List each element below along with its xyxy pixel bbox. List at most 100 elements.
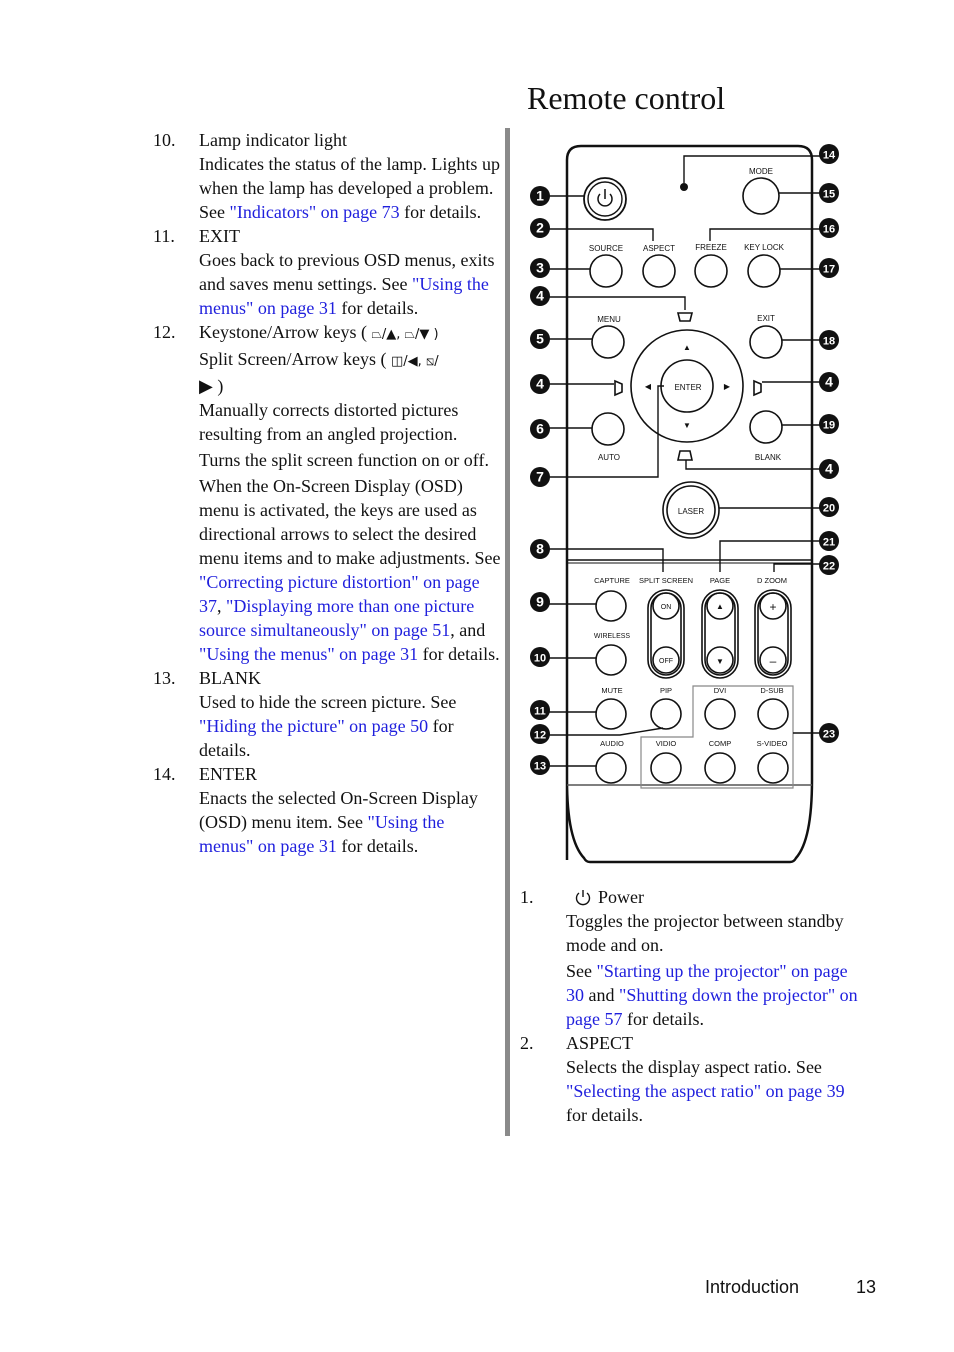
callout-marker-10: 10	[530, 647, 550, 667]
s-video-button[interactable]	[757, 752, 789, 784]
callout-number: 12	[534, 730, 546, 742]
exit-label: EXIT	[757, 314, 775, 323]
item-heading: ENTER	[199, 764, 257, 784]
callout-marker-18: 18	[819, 330, 839, 350]
aspect-label: ASPECT	[643, 244, 675, 253]
item-number: 1.	[520, 887, 534, 907]
source-label: SOURCE	[589, 244, 623, 253]
comp-button[interactable]	[704, 752, 736, 784]
d-sub-button[interactable]	[757, 698, 789, 730]
power-button[interactable]	[583, 177, 627, 221]
callout-marker-1: 1	[530, 186, 550, 206]
callout-number: 4	[825, 461, 833, 477]
keystone-symbol: /▲,	[381, 327, 405, 342]
d-sub-label: D-SUB	[760, 686, 783, 695]
callout-marker-22: 22	[819, 555, 839, 575]
callout-number: 2	[536, 220, 544, 236]
callout-number: 18	[823, 336, 835, 348]
cross-reference-link[interactable]: "Using the menus" on page 31	[199, 812, 444, 856]
mute-label: MUTE	[601, 686, 622, 695]
callouts-right: 14 15 16 17 18 4 19 4 20 21 22 23	[819, 144, 839, 743]
cross-reference-link[interactable]: "Using the menus" on page 31	[199, 274, 489, 318]
cross-reference-link[interactable]: "Indicators" on page 73	[230, 202, 400, 222]
callout-number: 7	[536, 469, 544, 485]
split-screen-symbol: ⧅	[425, 354, 435, 369]
item-number: 10.	[153, 130, 176, 150]
callout-marker-14: 14	[819, 144, 839, 164]
item-paragraph: See "Starting up the projector" on page …	[566, 961, 858, 1029]
wireless-label: WIRELESS	[594, 633, 631, 640]
callout-number: 10	[534, 653, 546, 665]
arrow-symbol: ▶ )	[199, 376, 224, 396]
callout-number: 20	[823, 503, 835, 515]
freeze-button[interactable]	[694, 254, 728, 288]
capture-button[interactable]	[595, 590, 627, 622]
footer-section: Introduction	[705, 1277, 800, 1297]
blank-button[interactable]	[749, 410, 783, 444]
source-button[interactable]	[589, 254, 623, 288]
callout-number: 22	[823, 561, 835, 573]
pip-label: PIP	[660, 686, 672, 695]
callout-number: 9	[536, 594, 544, 610]
callout-number: 6	[536, 421, 544, 437]
list-item: 11. EXIT Goes back to previous OSD menus, …	[153, 224, 503, 320]
callout-number: 17	[823, 264, 835, 276]
callout-number: 5	[536, 331, 544, 347]
callout-marker-8: 8	[530, 539, 550, 559]
source-group-box	[640, 685, 794, 789]
pip-button[interactable]	[650, 698, 682, 730]
dvi-label: DVI	[714, 686, 727, 695]
left-description-column: 10. Lamp indicator light Indicates the sta…	[153, 128, 503, 858]
callout-marker-19: 19	[819, 414, 839, 434]
cross-reference-link[interactable]: "Using the menus" on page 31	[199, 644, 418, 664]
cross-reference-link[interactable]: "Hiding the picture" on page 50	[199, 716, 428, 736]
power-icon	[575, 890, 591, 906]
callout-marker-21: 21	[819, 531, 839, 551]
lamp-indicator-light	[680, 183, 688, 191]
list-item: 14. ENTER Enacts the selected On-Screen Di…	[153, 762, 503, 858]
item-heading: BLANK	[199, 668, 261, 688]
item-heading: EXIT	[199, 226, 240, 246]
split-screen-symbol: ◫	[390, 354, 404, 369]
keystone-top-icon	[676, 312, 694, 322]
cross-reference-link[interactable]: "Selecting the aspect ratio" on page 39	[566, 1081, 845, 1101]
keystone-bottom-icon	[677, 450, 693, 461]
callout-marker-6: 6	[530, 419, 550, 439]
item-paragraph: Selects the display aspect ratio. See "S…	[566, 1057, 845, 1125]
exit-button[interactable]	[749, 325, 783, 359]
item-paragraph: Toggles the projector between standby mo…	[566, 911, 844, 955]
key-lock-button[interactable]	[747, 254, 781, 288]
item-paragraph: Goes back to previous OSD menus, exits a…	[199, 250, 495, 318]
arrow-right-icon: ▶	[724, 382, 731, 391]
comp-label: COMP	[709, 739, 732, 748]
off-label: OFF	[659, 658, 673, 665]
audio-label: AUDIO	[600, 739, 624, 748]
cross-reference-link[interactable]: "Shutting down the projector" on page 57	[566, 985, 858, 1029]
arrow-left-icon: ◀	[645, 382, 652, 391]
dvi-button[interactable]	[704, 698, 736, 730]
auto-button[interactable]	[591, 412, 625, 446]
callout-marker-4: 4	[819, 372, 839, 392]
cross-reference-link[interactable]: "Displaying more than one picture source…	[199, 596, 474, 640]
list-item: 1. Power Toggles the projector between sta…	[520, 885, 870, 1031]
capture-label: CAPTURE	[594, 576, 630, 585]
item-number: 2.	[520, 1033, 534, 1053]
laser-label: LASER	[678, 507, 704, 516]
audio-button[interactable]	[595, 752, 627, 784]
callout-number: 4	[536, 288, 544, 304]
item-number: 12.	[153, 322, 176, 342]
item-paragraph: Enacts the selected On-Screen Display (O…	[199, 788, 478, 856]
right-description-column: 1. Power Toggles the projector between sta…	[520, 885, 870, 1127]
key-lock-label: KEY LOCK	[744, 243, 785, 252]
callout-number: 3	[536, 260, 544, 276]
menu-button[interactable]	[591, 325, 625, 359]
mute-button[interactable]	[595, 698, 627, 730]
callout-number: 4	[536, 376, 544, 392]
split-screen-label: SPLIT SCREEN	[639, 576, 693, 585]
wireless-button[interactable]	[595, 644, 627, 676]
aspect-button[interactable]	[642, 254, 676, 288]
footer-page-number: 13	[856, 1277, 877, 1297]
callout-marker-13: 13	[530, 755, 550, 775]
vidio-button[interactable]	[650, 752, 682, 784]
mode-button[interactable]	[742, 177, 780, 215]
